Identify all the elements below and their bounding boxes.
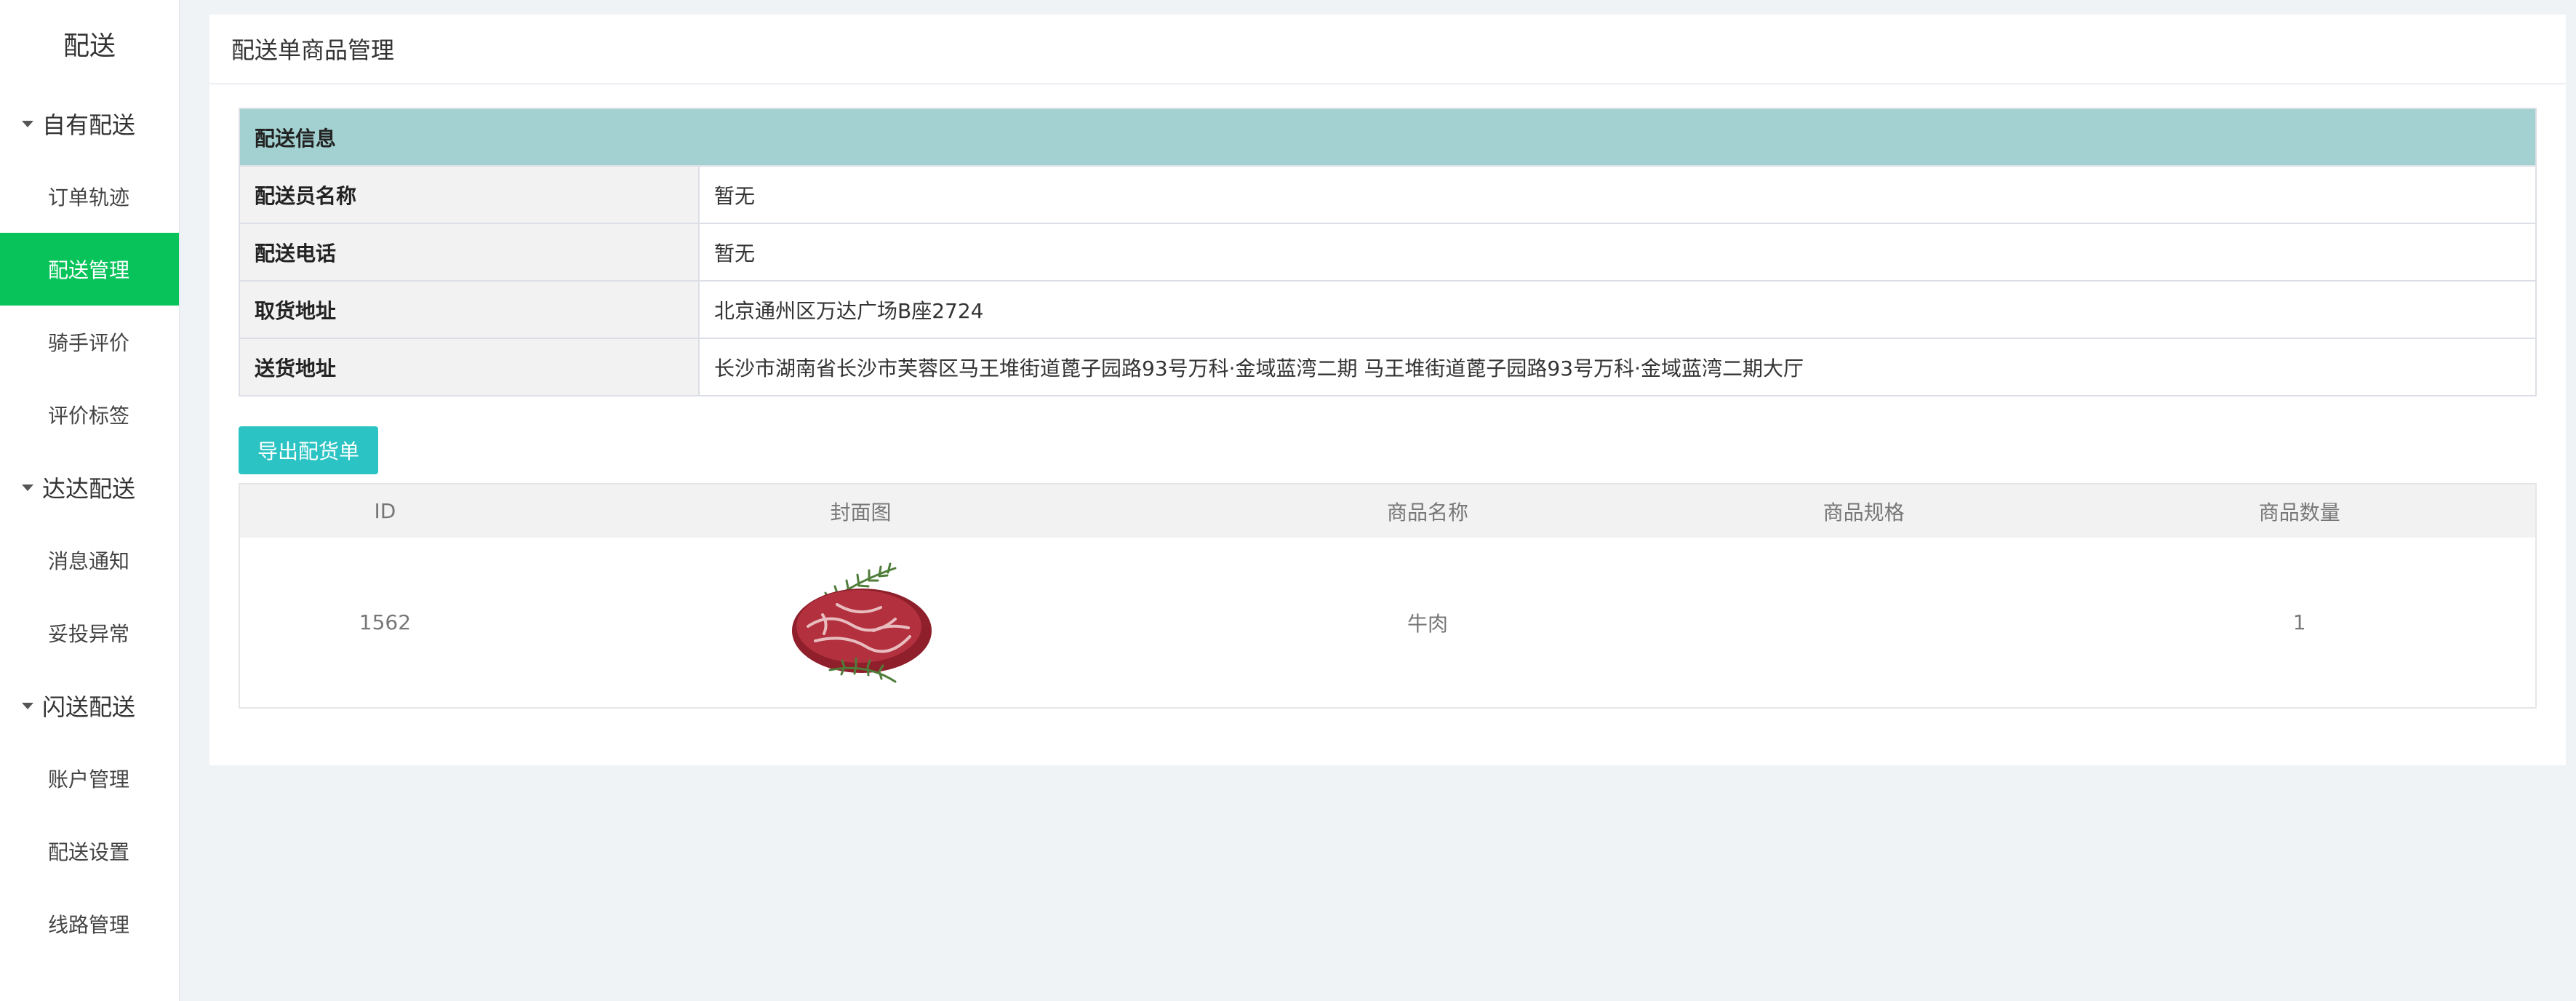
sidebar-group-dada-delivery[interactable]: 达达配送 bbox=[0, 451, 179, 524]
sidebar-item-route-management[interactable]: 线路管理 bbox=[0, 888, 179, 960]
sidebar-group-label: 闪送配送 bbox=[42, 693, 136, 721]
cell-cover bbox=[530, 538, 1191, 708]
info-label-rider-name: 配送员名称 bbox=[239, 165, 700, 224]
info-value-delivery-address: 长沙市湖南省长沙市芙蓉区马王堆街道蓖子园路93号万科·金域蓝湾二期 马王堆街道蓖… bbox=[698, 338, 2537, 396]
info-value-pickup-address: 北京通州区万达广场B座2724 bbox=[698, 280, 2537, 339]
sidebar-item-delivery-management[interactable]: 配送管理 bbox=[0, 233, 179, 306]
sidebar-item-rider-review[interactable]: 骑手评价 bbox=[0, 306, 179, 378]
caret-down-icon bbox=[22, 120, 33, 127]
cell-id: 1562 bbox=[359, 610, 412, 634]
goods-table: ID 封面图 商品名称 商品规格 商品数量 1562 牛肉 1 bbox=[239, 483, 2537, 709]
sidebar-item-order-track[interactable]: 订单轨迹 bbox=[0, 160, 179, 233]
column-header-spec[interactable]: 商品规格 bbox=[1663, 484, 2064, 538]
sidebar-item-review-tags[interactable]: 评价标签 bbox=[0, 378, 179, 451]
sidebar-item-message-notice[interactable]: 消息通知 bbox=[0, 524, 179, 597]
table-row: 1562 牛肉 1 bbox=[239, 538, 2536, 708]
raw-beef-steak-image[interactable] bbox=[786, 561, 936, 685]
goods-table-header-row: ID 封面图 商品名称 商品规格 商品数量 bbox=[239, 484, 2536, 538]
info-row: 送货地址 长沙市湖南省长沙市芙蓉区马王堆街道蓖子园路93号万科·金域蓝湾二期 马… bbox=[239, 338, 2537, 396]
info-label-delivery-address: 送货地址 bbox=[239, 338, 700, 396]
info-row: 取货地址 北京通州区万达广场B座2724 bbox=[239, 280, 2537, 339]
sidebar-group-flash-delivery[interactable]: 闪送配送 bbox=[0, 669, 179, 742]
info-value-rider-phone: 暂无 bbox=[698, 223, 2537, 282]
sidebar-group-label: 达达配送 bbox=[42, 475, 136, 503]
info-row: 配送电话 暂无 bbox=[239, 223, 2537, 282]
export-picking-list-button[interactable]: 导出配货单 bbox=[239, 426, 378, 474]
sidebar-brand: 配送 bbox=[63, 31, 116, 61]
sidebar-item-account-management[interactable]: 账户管理 bbox=[0, 742, 179, 815]
caret-down-icon bbox=[22, 702, 33, 709]
info-row: 配送员名称 暂无 bbox=[239, 165, 2537, 224]
page-title: 配送单商品管理 bbox=[209, 15, 2566, 84]
sidebar: 配送 自有配送 订单轨迹 配送管理 骑手评价 评价标签 达达配送 消息通知 妥投… bbox=[0, 0, 180, 1001]
cell-name: 牛肉 bbox=[1407, 611, 1449, 636]
cell-quantity: 1 bbox=[2292, 610, 2306, 634]
info-label-rider-phone: 配送电话 bbox=[239, 223, 700, 282]
sidebar-group-own-delivery[interactable]: 自有配送 bbox=[0, 87, 179, 160]
caret-down-icon bbox=[22, 484, 33, 491]
delivery-info-section-title: 配送信息 bbox=[239, 108, 2537, 167]
column-header-quantity[interactable]: 商品数量 bbox=[2063, 484, 2536, 538]
sidebar-item-delivery-exception[interactable]: 妥投异常 bbox=[0, 597, 179, 669]
column-header-name[interactable]: 商品名称 bbox=[1191, 484, 1664, 538]
delivery-info-table: 配送信息 配送员名称 暂无 配送电话 暂无 取货地址 北京通州区万达广场B座27… bbox=[239, 108, 2537, 396]
info-label-pickup-address: 取货地址 bbox=[239, 280, 700, 339]
column-header-cover[interactable]: 封面图 bbox=[529, 484, 1192, 538]
sidebar-group-label: 自有配送 bbox=[42, 111, 136, 139]
main-card: 配送单商品管理 配送信息 配送员名称 暂无 配送电话 暂无 取货地址 北京通州区… bbox=[209, 15, 2566, 765]
cell-spec bbox=[1664, 538, 2064, 708]
sidebar-item-delivery-settings[interactable]: 配送设置 bbox=[0, 815, 179, 888]
column-header-id[interactable]: ID bbox=[239, 484, 530, 538]
info-value-rider-name: 暂无 bbox=[698, 165, 2537, 224]
